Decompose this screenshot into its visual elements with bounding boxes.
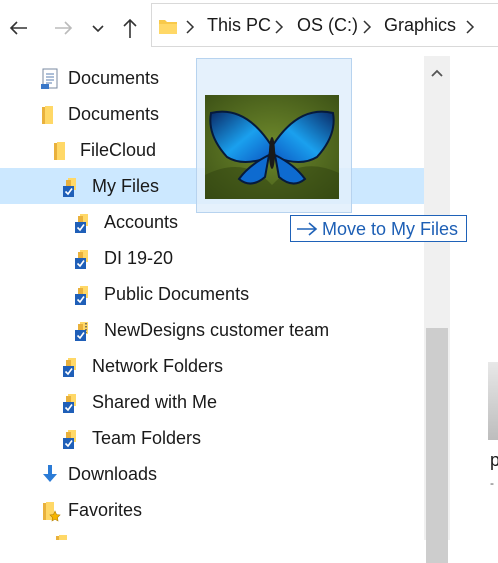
tree-item-label: Documents <box>68 68 160 88</box>
tree-item-newdesigns[interactable]: NewDesigns customer team <box>0 312 424 348</box>
up-arrow-icon <box>123 18 137 38</box>
folder-icon <box>159 20 177 34</box>
navigation-bar: This PC OS (C:) Graphics <box>0 0 498 56</box>
tree-item-label: Downloads <box>68 464 158 484</box>
folder-icon <box>42 106 53 124</box>
right-arrow-icon <box>297 222 318 236</box>
tree-item-shared-with-me[interactable]: Shared with Me <box>0 384 424 420</box>
recent-locations-button[interactable] <box>86 14 110 42</box>
scrollbar-thumb[interactable] <box>426 328 448 563</box>
breadcrumb-graphics[interactable]: Graphics <box>384 15 456 36</box>
document-library-icon <box>41 68 58 89</box>
address-bar[interactable]: This PC OS (C:) Graphics <box>151 3 498 47</box>
scroll-up-button[interactable] <box>424 56 450 90</box>
tree-item-label: Favorites <box>68 500 143 520</box>
move-to-tooltip: Move to My Files <box>290 215 467 242</box>
forward-arrow-icon <box>55 21 73 35</box>
chevron-down-icon <box>92 25 104 33</box>
folder-icon <box>54 142 65 160</box>
forward-button[interactable] <box>50 14 78 42</box>
tree-item-label: Network Folders <box>92 356 224 376</box>
tree-item-team-folders[interactable]: Team Folders <box>0 420 424 456</box>
tree-scrollbar[interactable] <box>424 56 450 563</box>
back-button[interactable] <box>4 14 32 42</box>
butterfly-image <box>205 95 339 199</box>
synced-zip-folder-icon <box>75 322 88 341</box>
tree-item-label: Shared with Me <box>92 392 218 412</box>
tree-item-di-19-20[interactable]: DI 19-20 <box>0 240 424 276</box>
tree-item-favorites[interactable]: Favorites <box>0 492 424 528</box>
tree-item-label: FileCloud <box>80 140 157 160</box>
up-button[interactable] <box>116 14 144 42</box>
tree-item-partial[interactable] <box>0 530 424 540</box>
tree-item-label: Public Documents <box>104 284 250 304</box>
tree-item-label: My Files <box>92 176 159 196</box>
tree-item-network-folders[interactable]: Network Folders <box>0 348 424 384</box>
synced-folder-icon <box>75 250 88 269</box>
chevron-right-icon[interactable] <box>272 18 286 36</box>
folder-icon <box>56 535 67 540</box>
tree-item-label: Documents <box>68 104 160 124</box>
chevron-right-icon[interactable] <box>463 18 477 36</box>
favorites-folder-icon <box>43 502 61 522</box>
synced-folder-icon <box>63 430 76 449</box>
tree-item-label: DI 19-20 <box>104 248 174 268</box>
synced-folder-icon <box>75 286 88 305</box>
drag-preview <box>196 58 352 213</box>
synced-folder-icon <box>63 394 76 413</box>
file-thumbnail[interactable] <box>488 362 498 440</box>
tree-item-label: Accounts <box>104 212 179 232</box>
file-list-pane: p - <box>450 56 498 540</box>
back-arrow-icon <box>9 21 27 35</box>
tree-item-label: Team Folders <box>92 428 202 448</box>
file-name-partial[interactable]: p <box>490 450 498 471</box>
file-detail-partial: - <box>490 476 494 490</box>
synced-folder-icon <box>63 178 76 197</box>
chevron-up-icon <box>431 69 443 77</box>
synced-folder-icon <box>75 214 88 233</box>
chevron-right-icon[interactable] <box>183 18 197 36</box>
synced-folder-icon <box>63 358 76 377</box>
tree-item-public-documents[interactable]: Public Documents <box>0 276 424 312</box>
move-to-tooltip-text: Move to My Files <box>322 219 459 239</box>
download-icon <box>43 465 57 482</box>
tree-item-label: NewDesigns customer team <box>104 320 330 340</box>
breadcrumb-os-c[interactable]: OS (C:) <box>297 15 358 36</box>
chevron-right-icon[interactable] <box>360 18 374 36</box>
tree-item-downloads[interactable]: Downloads <box>0 456 424 492</box>
breadcrumb-this-pc[interactable]: This PC <box>207 15 271 36</box>
